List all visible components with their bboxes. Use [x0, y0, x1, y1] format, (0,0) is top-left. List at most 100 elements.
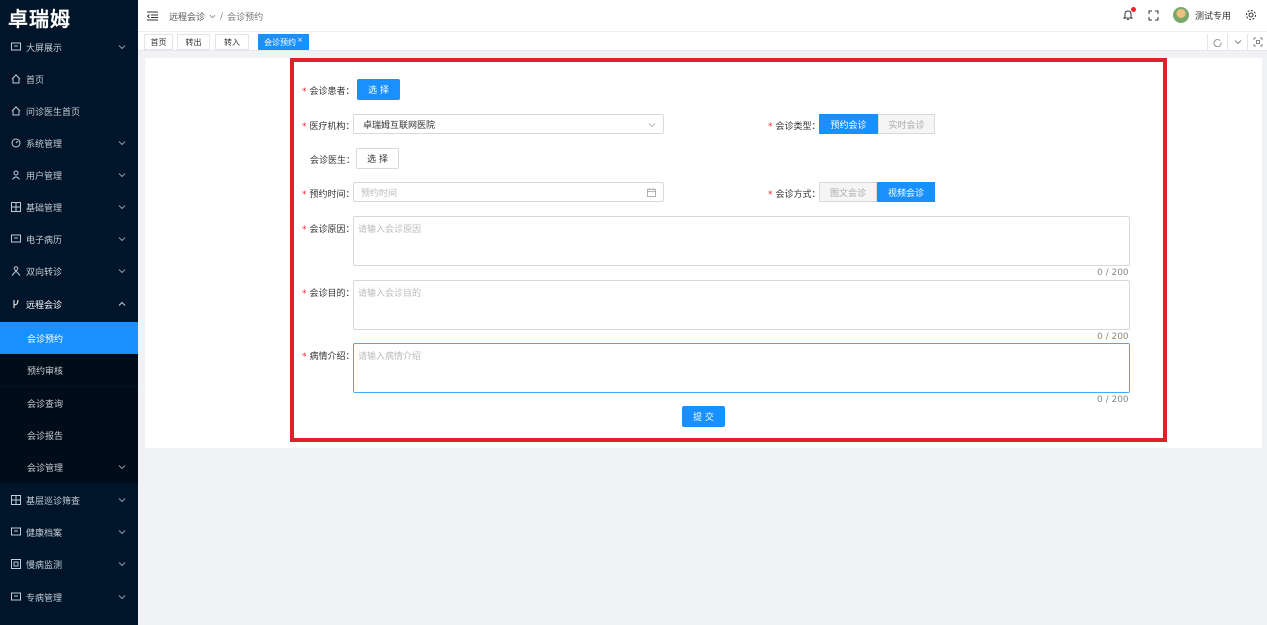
people-icon — [10, 266, 21, 277]
chevron-down-icon[interactable] — [1227, 34, 1247, 50]
chevron-down-icon — [118, 205, 126, 210]
type-option-appointment[interactable]: 预约会诊 — [819, 114, 878, 134]
consultation-method-toggle: 图文会诊 视频会诊 — [819, 182, 935, 202]
tab-transfer-in[interactable]: 转入 — [215, 34, 249, 50]
sidebar-item-label: 电子病历 — [26, 235, 63, 246]
sidebar-item-emr[interactable]: 电子病历 — [0, 223, 138, 255]
sidebar-item-label: 慢病监测 — [26, 560, 63, 571]
chevron-down-icon — [648, 123, 656, 128]
tab-label: 转出 — [185, 37, 202, 47]
sidebar-item-health-records[interactable]: 健康档案 — [0, 516, 138, 548]
sidebar-item-chronic-monitoring[interactable]: 慢病监测 — [0, 548, 138, 580]
chevron-down-icon — [118, 237, 126, 242]
tab-home[interactable]: 首页 — [144, 34, 173, 50]
institution-label: * 医疗机构： — [302, 122, 355, 132]
sidebar-item-label: 远程会诊 — [26, 300, 63, 311]
purpose-placeholder: 请输入会诊目的 — [358, 289, 422, 299]
fullscreen-icon[interactable] — [1148, 10, 1159, 21]
submit-button[interactable]: 提 交 — [682, 406, 725, 427]
sidebar-item-label: 健康档案 — [26, 528, 63, 539]
tabs-bar: 首页 转出 转入 会诊预约 × — [138, 32, 1267, 51]
tab-label: 首页 — [150, 37, 167, 47]
select-patient-button[interactable]: 选 择 — [357, 79, 400, 100]
avatar — [1172, 7, 1189, 23]
sidebar-item-home[interactable]: 首页 — [0, 63, 138, 95]
type-label: * 会诊类型： — [768, 122, 821, 132]
sidebar-subitem-query[interactable]: 会诊查询 — [0, 387, 138, 419]
purpose-char-count: 0 / 200 — [1097, 332, 1129, 342]
condition-placeholder: 请输入病情介绍 — [358, 352, 422, 362]
institution-value: 卓瑞姆互联网医院 — [363, 120, 436, 131]
header-actions: 测试专用 — [1122, 7, 1257, 23]
bell-icon[interactable] — [1122, 7, 1136, 21]
sidebar-item-system[interactable]: 系统管理 — [0, 127, 138, 159]
reason-placeholder: 请输入会诊原因 — [358, 225, 422, 235]
top-header: 远程会诊 / 会诊预约 测试专用 — [138, 0, 1267, 32]
chevron-down-icon — [118, 498, 126, 503]
sidebar-subitem-review[interactable]: 预约审核 — [0, 354, 138, 386]
notification-dot — [1130, 7, 1136, 12]
type-option-realtime[interactable]: 实时会诊 — [878, 114, 935, 134]
method-option-video[interactable]: 视频会诊 — [877, 182, 935, 202]
tab-transfer-out[interactable]: 转出 — [177, 34, 210, 50]
monitor-icon — [10, 42, 21, 53]
sidebar-subitem-report[interactable]: 会诊报告 — [0, 419, 138, 451]
purpose-textarea[interactable]: 请输入会诊目的 — [353, 280, 1130, 330]
sidebar-subitem-label: 会诊报告 — [27, 431, 64, 442]
reason-label: * 会诊原因： — [302, 225, 355, 235]
monitor-icon — [10, 592, 21, 603]
institution-select[interactable]: 卓瑞姆互联网医院 — [353, 114, 664, 134]
condition-label: * 病情介绍： — [302, 352, 355, 362]
purpose-label: * 会诊目的： — [302, 289, 355, 299]
chevron-down-icon — [118, 530, 126, 535]
sidebar-item-label: 专病管理 — [26, 593, 63, 604]
breadcrumb-separator: / — [220, 11, 224, 22]
patient-label: * 会诊患者： — [302, 87, 355, 97]
sidebar-subitem-management[interactable]: 会诊管理 — [0, 451, 138, 483]
reason-textarea[interactable]: 请输入会诊原因 — [353, 216, 1130, 266]
sidebar-item-basic[interactable]: 基础管理 — [0, 191, 138, 223]
monitor-icon — [10, 234, 21, 245]
tab-consultation-appointment[interactable]: 会诊预约 × — [258, 34, 309, 50]
grid-icon — [10, 202, 21, 213]
sidebar-item-referral[interactable]: 双向转诊 — [0, 255, 138, 287]
method-option-text[interactable]: 图文会诊 — [819, 182, 877, 202]
chevron-down-icon — [118, 562, 126, 567]
doctor-label: 会诊医生： — [310, 156, 356, 166]
select-doctor-button[interactable]: 选 择 — [356, 148, 399, 169]
sidebar-item-label: 首页 — [26, 75, 45, 86]
tab-label: 转入 — [224, 37, 240, 47]
sidebar-item-specialty-management[interactable]: 专病管理 — [0, 581, 138, 613]
gear-icon[interactable] — [1245, 9, 1257, 21]
menu-fold-icon[interactable] — [147, 11, 158, 21]
sidebar-item-big-screen[interactable]: 大屏展示 — [0, 31, 138, 63]
method-label: * 会诊方式： — [768, 190, 821, 200]
sidebar-item-doctor-home[interactable]: 问诊医生首页 — [0, 95, 138, 127]
sidebar-item-remote-consultation[interactable]: 远程会诊 — [0, 288, 138, 320]
breadcrumb-current: 会诊预约 — [227, 13, 264, 23]
sidebar-item-users[interactable]: 用户管理 — [0, 159, 138, 191]
chevron-down-icon — [118, 173, 126, 178]
sidebar-subitem-label: 预约审核 — [27, 366, 64, 377]
refresh-icon[interactable] — [1207, 34, 1227, 50]
sidebar-item-label: 基础管理 — [26, 203, 63, 214]
sidebar-item-screening[interactable]: 基层巡诊筛查 — [0, 484, 138, 516]
breadcrumb-item[interactable]: 远程会诊 — [169, 10, 205, 23]
sidebar-subitem-appointment[interactable]: 会诊预约 — [0, 322, 138, 354]
sidebar: 卓瑞姆 大屏展示 首页 问诊医生首页 系统管理 用户管理 基础管理 电子病历 双… — [0, 0, 138, 625]
user-menu[interactable]: 测试专用 — [1172, 7, 1231, 23]
chevron-down-icon — [118, 45, 126, 50]
sidebar-item-label: 问诊医生首页 — [26, 107, 81, 118]
expand-icon[interactable] — [1247, 34, 1267, 50]
monitor-icon — [10, 527, 21, 538]
grid-icon — [10, 495, 21, 506]
chevron-down-icon — [118, 465, 126, 470]
chevron-down-icon — [118, 595, 126, 600]
condition-textarea[interactable]: 请输入病情介绍 — [353, 343, 1130, 393]
tab-close-icon[interactable]: × — [297, 36, 303, 44]
appointment-time-input[interactable]: 预约时间 — [353, 182, 664, 202]
time-label: * 预约时间： — [302, 190, 355, 200]
calendar-icon — [647, 188, 656, 197]
consultation-type-toggle: 预约会诊 实时会诊 — [819, 114, 935, 134]
user-icon — [10, 170, 21, 181]
